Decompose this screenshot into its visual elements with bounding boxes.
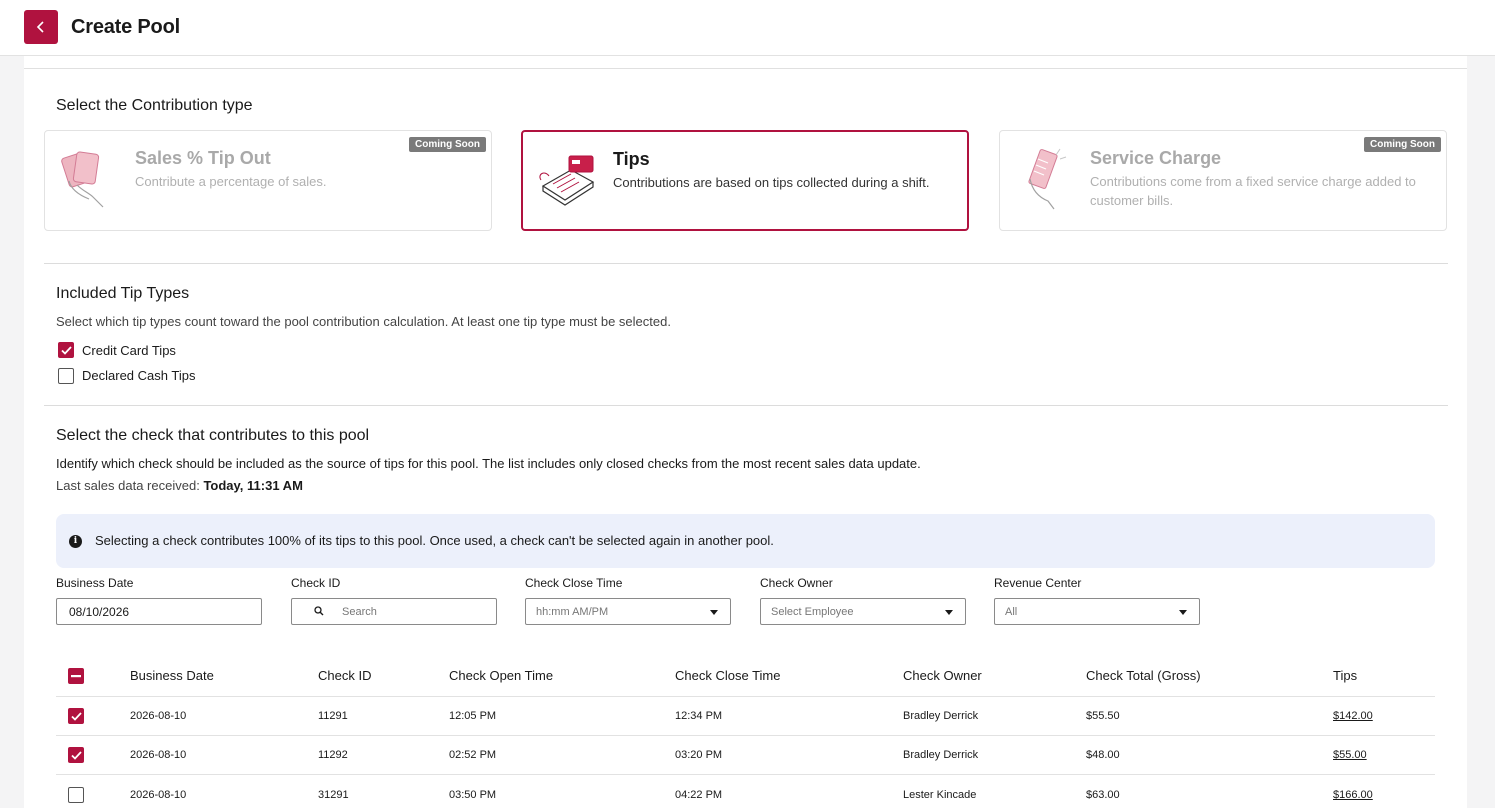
tip-types-heading: Included Tip Types [56,285,190,302]
tip-types-description: Select which tip types count toward the … [56,314,671,329]
credit-card-tips-checkbox[interactable] [58,342,74,358]
card-service-charge[interactable]: Service Charge Contributions come from a… [999,130,1447,231]
revenue-center-value: All [1005,606,1018,618]
check-select-heading: Select the check that contributes to thi… [56,427,370,444]
column-header[interactable]: Check Total (Gross) [1086,668,1201,683]
cell-open-time: 12:05 PM [449,710,497,722]
filter-label-revenue-center: Revenue Center [994,576,1082,590]
check-select-description: Identify which check should be included … [56,456,921,471]
check-close-time-select[interactable]: hh:mm AM/PM [525,598,731,625]
hand-cards-icon [61,151,104,208]
section-divider [44,405,1448,406]
info-icon: i [69,535,82,548]
cell-check-id: 11291 [318,710,348,722]
column-header[interactable]: Check Close Time [675,668,780,683]
cell-tips-link[interactable]: $166.00 [1333,789,1373,801]
card-sales-tip-out[interactable]: Sales % Tip Out Contribute a percentage … [44,130,492,231]
cell-owner: Lester Kincade [903,789,977,801]
cell-business-date: 2026-08-10 [130,789,187,801]
coming-soon-badge: Coming Soon [409,137,486,152]
cell-check-id: 31291 [318,789,349,801]
cell-business-date: 2026-08-10 [130,749,187,761]
revenue-center-select[interactable]: All [994,598,1200,625]
section-divider [44,263,1448,264]
search-icon [314,606,324,616]
filter-label-check-close-time: Check Close Time [525,576,623,590]
cell-close-time: 04:22 PM [675,789,723,801]
panel-divider [24,68,1467,69]
info-text: Selecting a check contributes 100% of it… [95,533,774,548]
cell-close-time: 12:34 PM [675,710,723,722]
card-description: Contributions come from a fixed service … [1090,174,1416,208]
cell-open-time: 02:52 PM [449,749,497,761]
cell-owner: Bradley Derrick [903,749,979,761]
column-header[interactable]: Tips [1333,668,1357,683]
filter-label-check-id: Check ID [291,576,341,590]
cell-owner: Bradley Derrick [903,710,979,722]
declared-cash-tips-checkbox[interactable] [58,368,74,384]
select-all-checkbox[interactable] [68,668,84,684]
card-title: Service Charge [1090,148,1222,168]
cell-close-time: 03:20 PM [675,749,723,761]
hand-receipt-icon [1028,148,1067,210]
cell-tips-link[interactable]: $142.00 [1333,710,1373,722]
info-banner: i Selecting a check contributes 100% of … [56,514,1435,568]
back-button[interactable] [24,10,58,44]
check-id-search-input[interactable]: Search [291,598,497,625]
card-tips[interactable]: Tips Contributions are based on tips col… [521,130,969,231]
check-owner-placeholder: Select Employee [771,606,854,618]
card-terminal-icon [539,155,595,206]
check-icon [70,750,82,760]
caret-down-icon [945,610,953,615]
cell-check-id: 11292 [318,749,348,761]
check-close-time-placeholder: hh:mm AM/PM [536,606,609,618]
cell-open-time: 03:50 PM [449,789,497,801]
column-header[interactable]: Check Owner [903,668,982,683]
business-date-input[interactable]: 08/10/2026 [56,598,262,625]
cell-total: $55.50 [1086,710,1120,722]
check-id-placeholder: Search [342,606,377,618]
check-icon [70,711,82,721]
coming-soon-badge: Coming Soon [1364,137,1441,152]
column-header[interactable]: Business Date [130,668,214,683]
minus-icon [71,674,81,677]
row-checkbox[interactable] [68,708,84,724]
caret-down-icon [710,610,718,615]
check-owner-select[interactable]: Select Employee [760,598,966,625]
column-header[interactable]: Check Open Time [449,668,553,683]
last-sales-data: Last sales data received: Today, 11:31 A… [56,478,303,493]
row-checkbox[interactable] [68,787,84,803]
card-description: Contribute a percentage of sales. [135,174,327,189]
last-received-label: Last sales data received: [56,478,200,493]
cell-total: $48.00 [1086,749,1120,761]
table-divider [56,696,1435,697]
table-divider [56,774,1435,775]
contribution-heading: Select the Contribution type [56,97,253,114]
row-checkbox[interactable] [68,747,84,763]
cell-business-date: 2026-08-10 [130,710,187,722]
cell-tips-link[interactable]: $55.00 [1333,749,1367,761]
card-title: Tips [613,149,650,169]
card-title: Sales % Tip Out [135,148,271,168]
card-description: Contributions are based on tips collecte… [613,175,930,190]
chevron-left-icon [36,21,44,33]
last-received-value: Today, 11:31 AM [203,478,303,493]
filter-label-check-owner: Check Owner [760,576,833,590]
main-panel: Select the Contribution type Sales % Tip… [24,56,1467,808]
top-bar: Create Pool [0,0,1495,56]
filter-label-business-date: Business Date [56,576,134,590]
credit-card-tips-label: Credit Card Tips [82,343,176,358]
check-icon [60,345,72,355]
caret-down-icon [1179,610,1187,615]
page-title: Create Pool [71,16,180,38]
table-divider [56,735,1435,736]
column-header[interactable]: Check ID [318,668,371,683]
cell-total: $63.00 [1086,789,1120,801]
business-date-value: 08/10/2026 [69,605,130,619]
declared-cash-tips-label: Declared Cash Tips [82,368,196,383]
